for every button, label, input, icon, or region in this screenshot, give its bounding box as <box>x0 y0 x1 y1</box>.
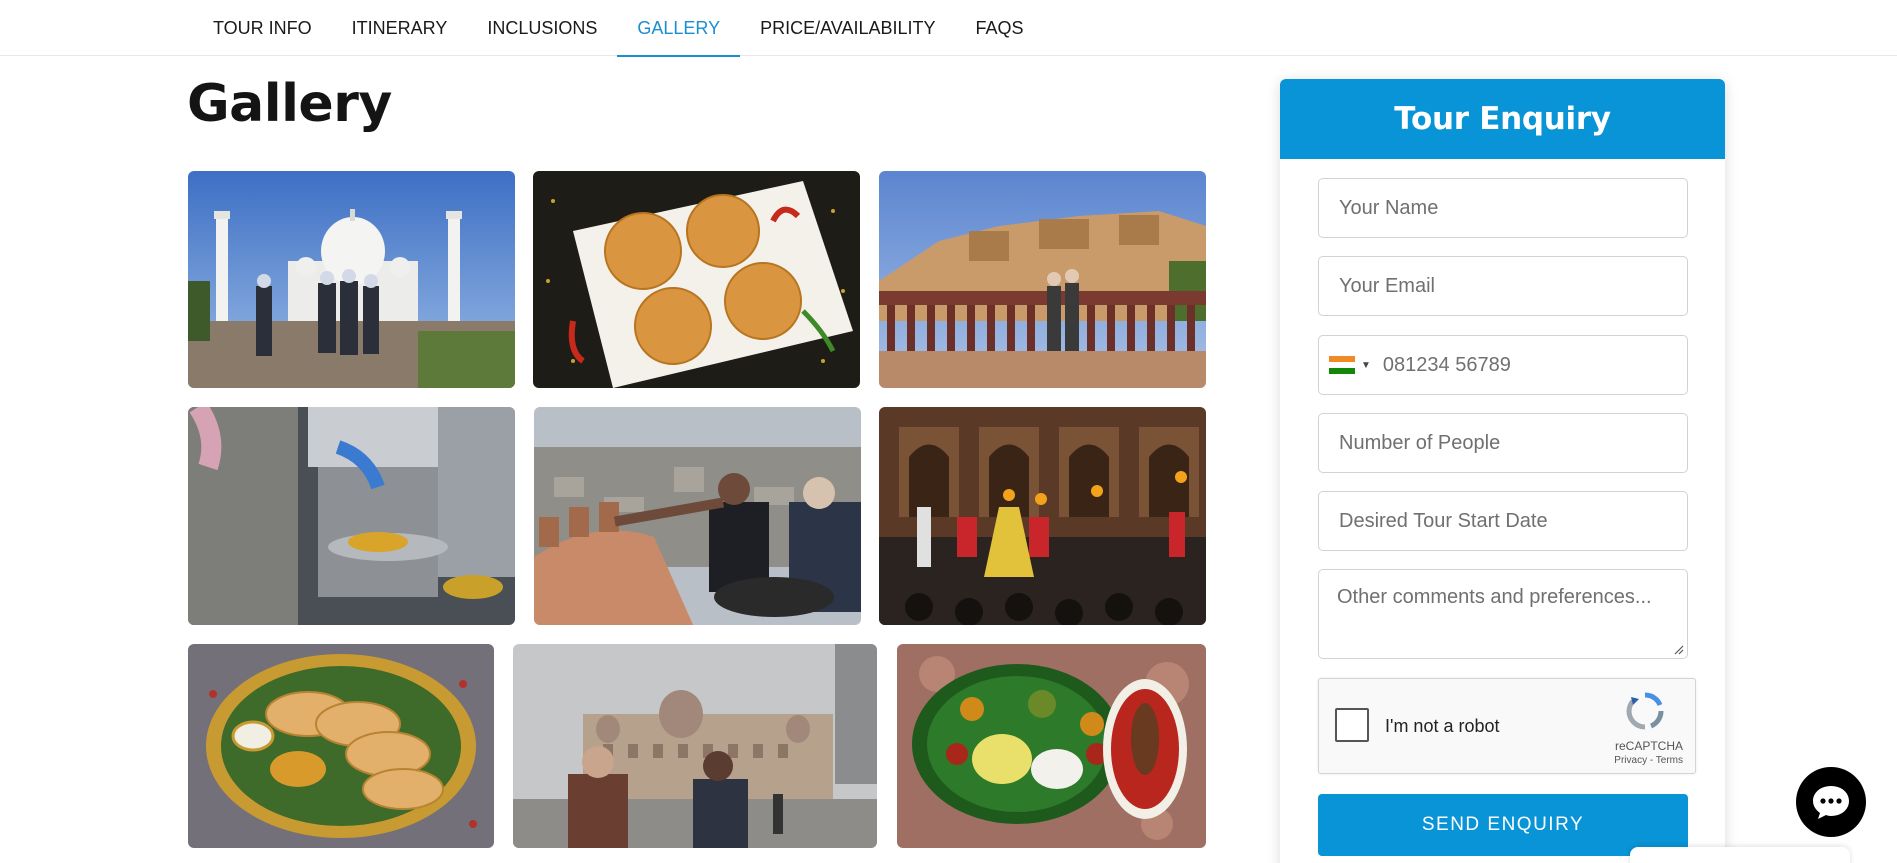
comments-field[interactable] <box>1318 569 1688 659</box>
tab-itinerary[interactable]: ITINERARY <box>332 0 468 56</box>
recaptcha-brand: reCAPTCHA <box>1614 739 1683 753</box>
gallery-image-amber-fort[interactable] <box>879 171 1206 388</box>
phone-input[interactable] <box>1382 353 1687 377</box>
gallery-image-jaipur-view[interactable] <box>534 407 861 625</box>
resize-grip-icon[interactable] <box>1674 645 1684 655</box>
tab-price-availability[interactable]: PRICE/AVAILABILITY <box>740 0 955 56</box>
send-enquiry-button[interactable]: SEND ENQUIRY <box>1318 794 1688 856</box>
gallery-image-folk-dance[interactable] <box>879 407 1206 625</box>
enquiry-title: Tour Enquiry <box>1280 79 1725 159</box>
recaptcha-widget: I'm not a robot reCAPTCHA Privacy - Term… <box>1318 678 1696 774</box>
comments-input[interactable] <box>1319 570 1687 658</box>
email-input[interactable] <box>1339 274 1687 298</box>
phone-field[interactable]: ▼ <box>1318 335 1688 395</box>
people-input[interactable] <box>1339 431 1687 455</box>
gallery-image-taj-palace-mumbai[interactable] <box>513 644 877 848</box>
chat-widget-tab[interactable] <box>1630 847 1850 863</box>
start-date-input[interactable] <box>1339 509 1687 533</box>
tab-inclusions[interactable]: INCLUSIONS <box>467 0 617 56</box>
country-dropdown-caret-icon[interactable]: ▼ <box>1361 360 1371 371</box>
people-field[interactable] <box>1318 413 1688 473</box>
tab-faqs[interactable]: FAQS <box>956 0 1044 56</box>
name-input[interactable] <box>1339 196 1687 220</box>
captcha-label: I'm not a robot <box>1385 716 1500 736</box>
chat-bubble-icon <box>1813 786 1849 819</box>
tab-tour-info[interactable]: TOUR INFO <box>193 0 332 56</box>
gallery-heading: Gallery <box>187 74 392 134</box>
tour-tab-nav: TOUR INFO ITINERARY INCLUSIONS GALLERY P… <box>0 0 1897 57</box>
india-flag-icon[interactable] <box>1329 356 1355 374</box>
gallery-image-parathas[interactable] <box>188 644 494 848</box>
tour-enquiry-panel: Tour Enquiry ▼ I'm not a robot reCAPTCHA… <box>1280 79 1725 863</box>
recaptcha-logo-icon <box>1626 692 1664 730</box>
gallery-image-thali[interactable] <box>897 644 1206 848</box>
gallery-image-taj-mahal[interactable] <box>188 171 515 388</box>
gallery-image-kachori[interactable] <box>533 171 860 388</box>
name-field[interactable] <box>1318 178 1688 238</box>
recaptcha-privacy-terms[interactable]: Privacy - Terms <box>1614 755 1683 766</box>
gallery-image-street-food[interactable] <box>188 407 515 625</box>
tab-gallery[interactable]: GALLERY <box>617 0 740 57</box>
chat-button[interactable] <box>1796 767 1866 837</box>
captcha-checkbox[interactable] <box>1335 708 1369 742</box>
email-field[interactable] <box>1318 256 1688 316</box>
start-date-field[interactable] <box>1318 491 1688 551</box>
